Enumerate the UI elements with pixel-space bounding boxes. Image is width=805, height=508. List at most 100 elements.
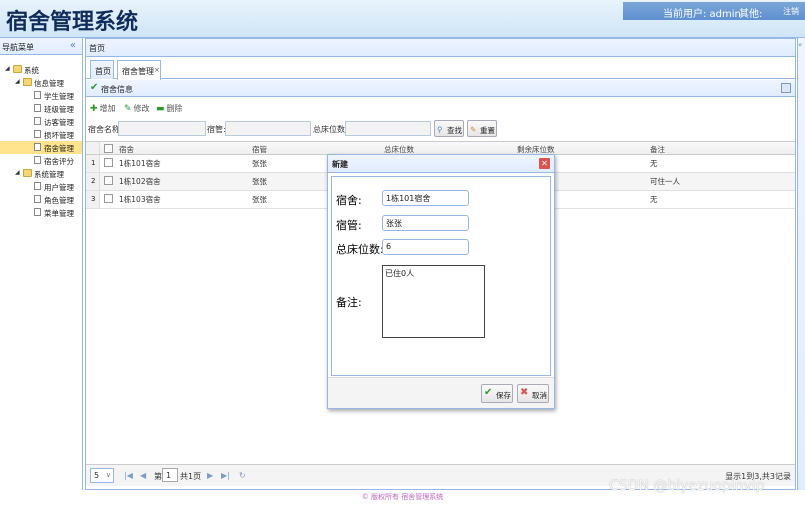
toolbar: ✚ 增加 ✎ 修改 ▬ 删除 <box>86 99 795 117</box>
page-number-input[interactable]: 1 <box>162 468 178 482</box>
page-size-select[interactable]: 5 ∨ <box>90 468 114 483</box>
cancel-label: 取消 <box>532 391 547 400</box>
tree-item-damage[interactable]: 损坏管理 <box>0 128 82 141</box>
beds-input[interactable] <box>345 121 431 136</box>
file-icon <box>34 117 41 125</box>
page-total: 共1页 <box>180 472 202 481</box>
cell-dorm: 1栋101宿舍 <box>119 159 161 168</box>
tree-item-dorm-score[interactable]: 宿舍评分 <box>0 154 82 167</box>
page-prefix: 第 <box>154 472 162 481</box>
check-icon: ✔ <box>484 387 493 398</box>
center-title: 首页 <box>89 44 105 53</box>
file-icon <box>34 104 41 112</box>
current-user: 当前用户: admin <box>663 9 741 20</box>
last-page-icon[interactable]: ▶| <box>221 471 230 480</box>
cell-dorm: 1栋102宿舍 <box>119 177 161 186</box>
remark-textarea[interactable]: 已住0人 <box>382 265 485 338</box>
beds-label: 总床位数: <box>313 125 348 134</box>
dorm-name-input[interactable] <box>118 121 206 136</box>
tree-label: 损坏管理 <box>44 131 74 140</box>
col-header-dorm[interactable]: 宿舍 <box>119 144 134 155</box>
tree-item-class[interactable]: 班级管理 <box>0 102 82 115</box>
cancel-button[interactable]: ✖ 取消 <box>517 384 549 403</box>
first-page-icon[interactable]: |◀ <box>124 471 133 480</box>
col-header-remark[interactable]: 备注 <box>650 144 665 155</box>
save-button[interactable]: ✔ 保存 <box>481 384 513 403</box>
file-icon <box>34 208 41 216</box>
delete-button[interactable]: ▬ 删除 <box>156 103 183 114</box>
watermark: CSDN @biyezuopinvip <box>609 478 765 494</box>
col-header-manager[interactable]: 宿管 <box>252 144 267 155</box>
select-all-checkbox[interactable] <box>104 144 113 153</box>
cell-manager: 张张 <box>252 195 267 204</box>
edit-button[interactable]: ✎ 修改 <box>124 103 150 114</box>
tab-label: 宿舍管理 <box>122 67 154 76</box>
dialog-footer: ✔ 保存 ✖ 取消 <box>328 377 554 408</box>
row-checkbox[interactable] <box>104 158 113 167</box>
row-checkbox[interactable] <box>104 176 113 185</box>
file-icon <box>34 130 41 138</box>
folder-icon <box>23 169 32 177</box>
tab-home[interactable]: 首页 <box>90 60 114 79</box>
logout-link[interactable]: 注销 <box>783 6 799 17</box>
tree-label: 学生管理 <box>44 92 74 101</box>
cell-manager: 张张 <box>252 159 267 168</box>
tab-label: 首页 <box>95 67 111 76</box>
nav-title: 导航菜单 <box>2 43 34 52</box>
tree-item-user[interactable]: 用户管理 <box>0 180 82 193</box>
refresh-icon[interactable]: ↻ <box>239 471 246 480</box>
row-checkbox[interactable] <box>104 194 113 203</box>
search-label: 查找 <box>447 126 462 135</box>
row-number-text: 2 <box>91 177 96 185</box>
tree-item-role[interactable]: 角色管理 <box>0 193 82 206</box>
prev-page-icon[interactable]: ◀ <box>140 471 146 480</box>
row-number: 1 <box>86 155 100 172</box>
panel-title: 宿舍信息 <box>101 85 133 94</box>
panel-title-bar: ✔ 宿舍信息 <box>86 80 795 97</box>
tree-item-sysadmin[interactable]: ◢ 系统管理 <box>0 167 82 180</box>
tree-item-info[interactable]: ◢ 信息管理 <box>0 76 82 89</box>
user-bar: 当前用户: admin 其他: 注销 <box>623 2 805 20</box>
tree-label: 角色管理 <box>44 196 74 205</box>
other-menu[interactable]: 其他: <box>739 5 762 20</box>
tree-item-system[interactable]: ◢ 系统 <box>0 63 82 76</box>
tree-item-student[interactable]: 学生管理 <box>0 89 82 102</box>
expand-icon[interactable]: ◢ <box>15 78 20 85</box>
next-page-icon[interactable]: ▶ <box>207 471 213 480</box>
panel-maximize-icon[interactable] <box>781 83 791 93</box>
tab-close-icon[interactable]: × <box>154 66 160 74</box>
tree-label: 系统 <box>24 66 39 75</box>
manager-field[interactable]: 张张 <box>382 215 469 231</box>
nav-panel: 导航菜单 « ◢ 系统 ◢ 信息管理 学生管理 班级管理 访客管理 损坏管理 宿… <box>0 38 83 490</box>
tree-item-menu[interactable]: 菜单管理 <box>0 206 82 219</box>
cancel-icon: ✖ <box>520 387 529 398</box>
beds-field[interactable]: 6 <box>382 239 469 255</box>
expand-icon[interactable]: ◢ <box>15 169 20 176</box>
tab-dorm-manage[interactable]: 宿舍管理 × <box>117 60 161 80</box>
dorm-field[interactable]: 1栋101宿舍 <box>382 190 469 206</box>
search-row: 宿舍名称: 宿管: 总床位数: ⚲ 查找 ✎ 重置 <box>86 119 795 139</box>
file-icon <box>34 182 41 190</box>
tree-item-dorm[interactable]: 宿舍管理 <box>0 141 82 154</box>
tree-label: 访客管理 <box>44 118 74 127</box>
reset-button[interactable]: ✎ 重置 <box>467 120 497 137</box>
collapse-left-icon[interactable]: « <box>70 40 76 51</box>
cell-remark: 可住一人 <box>650 177 680 186</box>
dorm-field-label: 宿舍: <box>336 194 362 207</box>
search-icon: ⚲ <box>437 125 443 134</box>
close-icon[interactable]: ✕ <box>539 158 550 169</box>
app-header: 宿舍管理系统 当前用户: admin 其他: 注销 <box>0 0 805 38</box>
expand-right-icon[interactable]: « <box>798 41 802 49</box>
add-label: 增加 <box>99 104 116 113</box>
row-number-text: 1 <box>91 159 96 167</box>
tree-label: 菜单管理 <box>44 209 74 218</box>
expand-icon[interactable]: ◢ <box>5 65 10 72</box>
tree-item-visitor[interactable]: 访客管理 <box>0 115 82 128</box>
add-button[interactable]: ✚ 增加 <box>90 103 116 114</box>
tree-label: 用户管理 <box>44 183 74 192</box>
row-number-header <box>86 142 100 154</box>
cell-remark: 无 <box>650 195 658 204</box>
search-button[interactable]: ⚲ 查找 <box>434 120 464 137</box>
east-panel-collapsed[interactable]: « <box>797 38 805 490</box>
manager-input[interactable] <box>225 121 311 136</box>
